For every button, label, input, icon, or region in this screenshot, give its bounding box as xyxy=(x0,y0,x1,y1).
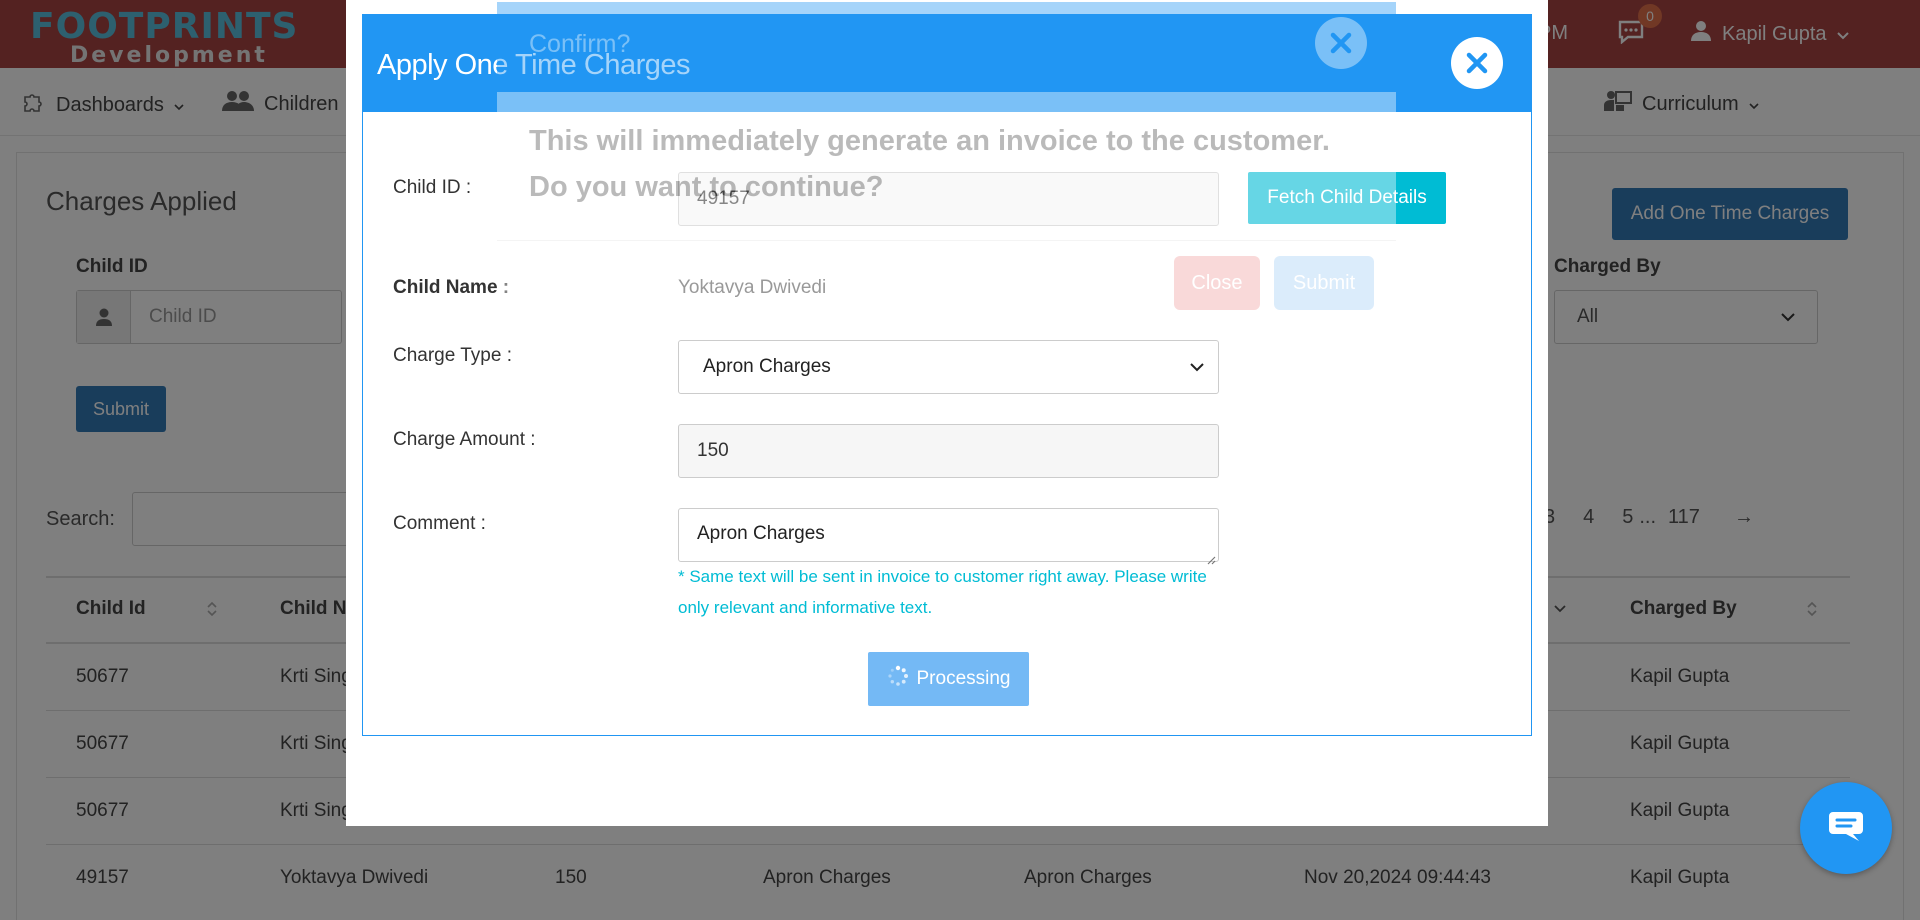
resize-handle-icon[interactable] xyxy=(1206,549,1216,565)
confirm-header xyxy=(497,2,1396,92)
comment-label: Comment : xyxy=(393,513,486,534)
comment-value: Apron Charges xyxy=(697,523,825,544)
spinner-icon xyxy=(887,665,909,693)
confirm-submit-button[interactable]: Submit xyxy=(1274,256,1374,310)
confirm-title: Confirm? xyxy=(529,30,631,58)
confirm-divider xyxy=(497,240,1396,241)
charge-amount-input[interactable]: 150 xyxy=(678,424,1219,478)
child-id-label: Child ID : xyxy=(393,177,472,198)
processing-button[interactable]: Processing xyxy=(868,652,1029,706)
charge-type-value: Apron Charges xyxy=(703,356,831,377)
chevron-down-icon xyxy=(1190,356,1204,378)
chat-launcher-button[interactable] xyxy=(1800,782,1892,874)
confirm-message: This will immediately generate an invoic… xyxy=(529,125,1330,203)
comment-hint: * Same text will be sent in invoice to c… xyxy=(678,567,1207,617)
charge-type-label: Charge Type : xyxy=(393,345,513,366)
child-name-label: Child Name : xyxy=(393,277,510,298)
confirm-dialog: Confirm? This will immediately generate … xyxy=(497,2,1396,316)
comment-textarea[interactable]: Apron Charges xyxy=(678,508,1219,565)
confirm-close-button[interactable]: Close xyxy=(1174,256,1260,310)
charge-amount-label: Charge Amount : xyxy=(393,429,536,450)
processing-label: Processing xyxy=(916,668,1011,689)
close-icon[interactable] xyxy=(1315,17,1367,69)
close-icon[interactable] xyxy=(1451,37,1503,89)
chat-bubble-icon xyxy=(1827,809,1865,848)
charge-type-select[interactable]: Apron Charges xyxy=(678,340,1219,394)
